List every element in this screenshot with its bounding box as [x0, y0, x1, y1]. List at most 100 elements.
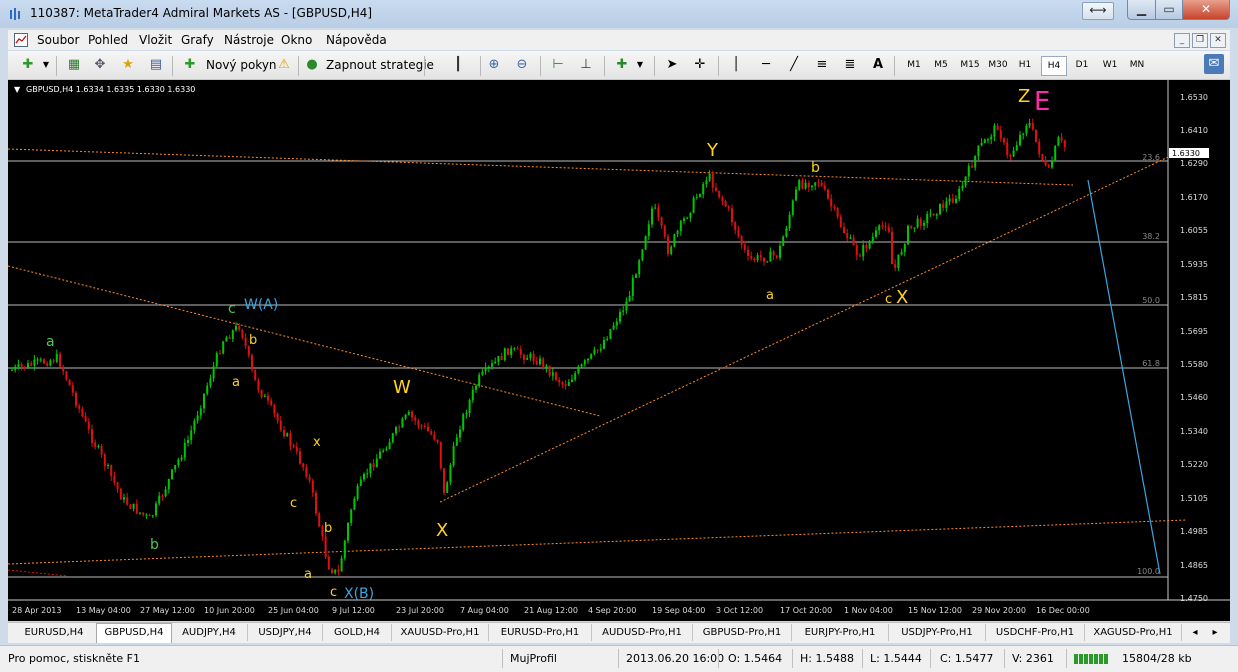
chart-menu-arrow-icon[interactable]: ▼ [14, 85, 21, 94]
tf-m1[interactable]: M1 [902, 56, 926, 74]
horizontal-line-icon[interactable]: ─ [756, 55, 776, 75]
favorites-star-icon[interactable]: ★ [118, 55, 138, 75]
tf-h1[interactable]: H1 [1013, 56, 1037, 74]
chart-area[interactable]: 23.6 38.2 50.0 61.8 100.0 1.6530 1.6410 … [7, 80, 1230, 621]
minimize-button[interactable]: ▁ [1127, 0, 1156, 20]
wave-label[interactable]: a [232, 375, 240, 390]
wave-label[interactable]: X(B) [344, 586, 374, 602]
tab-xauusd-pro-h1[interactable]: XAUUSD-Pro,H1 [392, 624, 489, 641]
wave-label[interactable]: b [811, 160, 820, 176]
bar-chart-icon[interactable]: ┃ [448, 55, 468, 75]
new-order-button[interactable]: Nový pokyn [206, 54, 277, 76]
autotrading-button[interactable]: Zapnout strategie [326, 54, 434, 76]
text-tool[interactable]: A [868, 55, 888, 75]
candle-body [231, 330, 234, 339]
wave-label[interactable]: E [1034, 87, 1050, 117]
tab-usdjpy-pro-h1[interactable]: USDJPY-Pro,H1 [889, 624, 986, 641]
candle-body [455, 437, 458, 446]
cursor-arrow-icon[interactable]: ➤ [662, 55, 682, 75]
resize-arrows-button[interactable]: ⟷ [1082, 2, 1114, 20]
tab-gbpusd-pro-h1[interactable]: GBPUSD-Pro,H1 [693, 624, 792, 641]
new-chart-icon[interactable]: ✚ [18, 55, 38, 75]
tab-usdjpy-h4[interactable]: USDJPY,H4 [248, 624, 323, 641]
menu-pohled[interactable]: Pohled [88, 33, 128, 47]
tab-audusd-pro-h1[interactable]: AUDUSD-Pro,H1 [592, 624, 693, 641]
candle-body [84, 416, 87, 422]
menu-napoveda[interactable]: Nápověda [326, 33, 387, 47]
zoom-in-icon[interactable]: ⊕ [484, 55, 504, 75]
mdi-close-button[interactable]: ✕ [1210, 33, 1226, 48]
wave-label[interactable]: c [330, 585, 337, 600]
tab-xagusd-pro-h1[interactable]: XAGUSD-Pro,H1 [1085, 624, 1182, 641]
candle-body [449, 465, 452, 483]
candle-body [1063, 140, 1066, 147]
tf-mn[interactable]: MN [1125, 56, 1149, 74]
tabs-scroll-right-icon[interactable]: ▸ [1208, 624, 1222, 641]
trendline-icon[interactable]: ╱ [784, 55, 804, 75]
indicators-icon[interactable]: ✚ [612, 55, 632, 75]
tf-m30[interactable]: M30 [986, 56, 1010, 74]
wave-label[interactable]: c [885, 292, 892, 307]
menu-nastroje[interactable]: Nástroje [224, 33, 274, 47]
candle-body [257, 380, 260, 391]
fibonacci-icon[interactable]: ≣ [840, 55, 860, 75]
wave-label[interactable]: b [324, 521, 332, 536]
wave-label[interactable]: a [46, 334, 55, 350]
crosshair-icon[interactable]: ✛ [690, 55, 710, 75]
wave-label[interactable]: X [436, 520, 448, 541]
dropdown-arrow-icon[interactable]: ▼ [630, 55, 650, 75]
wave-label[interactable]: Z [1018, 86, 1030, 107]
channel-icon[interactable]: ≡ [812, 55, 832, 75]
wave-label[interactable]: W(A) [244, 297, 278, 313]
wave-label[interactable]: Y [706, 140, 719, 161]
tab-audjpy-h4[interactable]: AUDJPY,H4 [171, 624, 248, 641]
profiles-icon[interactable]: ▦ [64, 55, 84, 75]
wave-label[interactable]: W [393, 377, 411, 398]
tf-m15[interactable]: M15 [958, 56, 982, 74]
warning-icon[interactable]: ⚠ [274, 55, 294, 75]
tab-eurjpy-pro-h1[interactable]: EURJPY-Pro,H1 [792, 624, 889, 641]
maximize-button[interactable]: ▭ [1155, 0, 1183, 20]
new-order-icon[interactable]: ✚ [180, 55, 200, 75]
wave-label[interactable]: X [896, 287, 908, 308]
candle-body [900, 251, 903, 255]
tf-m5[interactable]: M5 [929, 56, 953, 74]
wave-label[interactable]: x [313, 435, 321, 450]
tf-w1[interactable]: W1 [1098, 56, 1122, 74]
vertical-line-icon[interactable]: │ [726, 55, 746, 75]
zoom-out-icon[interactable]: ⊖ [512, 55, 532, 75]
wave-label[interactable]: b [249, 333, 257, 348]
price-chart[interactable]: 23.6 38.2 50.0 61.8 100.0 1.6530 1.6410 … [7, 80, 1230, 621]
tabs-scroll-left-icon[interactable]: ◂ [1188, 624, 1202, 641]
candle-body [542, 358, 545, 368]
tab-gbpusd-h4[interactable]: GBPUSD,H4 [96, 623, 172, 643]
tab-gold-h4[interactable]: GOLD,H4 [323, 624, 392, 641]
crosshair-move-icon[interactable]: ✥ [90, 55, 110, 75]
close-button[interactable]: ✕ [1182, 0, 1230, 20]
menu-soubor[interactable]: Soubor [37, 33, 79, 47]
tab-eurusd-pro-h1[interactable]: EURUSD-Pro,H1 [489, 624, 592, 641]
tab-usdchf-pro-h1[interactable]: USDCHF-Pro,H1 [986, 624, 1085, 641]
autoscroll-icon[interactable]: ⊥ [576, 55, 596, 75]
chart-window-icon[interactable] [14, 33, 28, 47]
wave-label[interactable]: a [766, 288, 774, 303]
mdi-restore-button[interactable]: ❐ [1192, 33, 1208, 48]
menu-okno[interactable]: Okno [281, 33, 312, 47]
navigator-icon[interactable]: ▤ [146, 55, 166, 75]
tf-h4[interactable]: H4 [1041, 56, 1067, 76]
tab-eurusd-h4[interactable]: EURUSD,H4 [12, 624, 97, 641]
dropdown-arrow-icon[interactable]: ▼ [36, 55, 56, 75]
wave-label[interactable]: c [228, 301, 236, 317]
menu-vlozit[interactable]: Vložit [139, 33, 172, 47]
wave-label[interactable]: a [304, 567, 312, 582]
autotrading-icon[interactable]: ● [302, 55, 322, 75]
mdi-minimize-button[interactable]: _ [1174, 33, 1190, 48]
chat-icon[interactable]: ✉ [1204, 54, 1224, 74]
chart-shift-icon[interactable]: ⊢ [548, 55, 568, 75]
wave-label[interactable]: c [290, 496, 297, 511]
tf-d1[interactable]: D1 [1070, 56, 1094, 74]
menu-grafy[interactable]: Grafy [181, 33, 214, 47]
candle-body [519, 349, 522, 355]
candle-body [337, 569, 340, 572]
wave-label[interactable]: b [150, 537, 159, 553]
